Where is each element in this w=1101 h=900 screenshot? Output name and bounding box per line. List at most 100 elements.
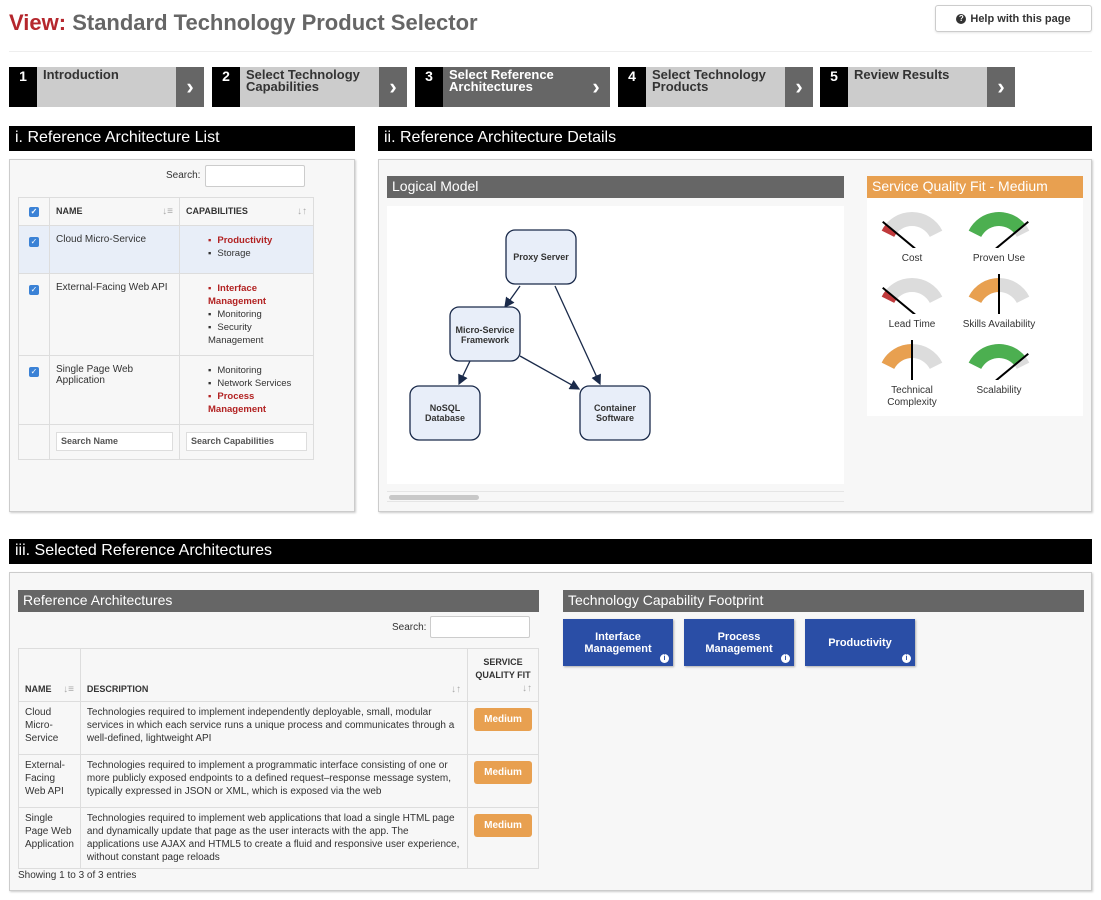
node-nosql-database[interactable]: NoSQLDatabase — [409, 385, 481, 441]
step-label: Select Technology Products — [652, 67, 766, 94]
row-description: Technologies required to implement web a… — [79, 807, 469, 869]
sort-icon: ↓↑ — [522, 683, 532, 694]
divider — [9, 51, 1092, 52]
row-checkbox[interactable]: ✓ — [18, 355, 50, 425]
row-name: External-Facing Web API — [18, 754, 81, 808]
scrollbar-thumb[interactable] — [389, 495, 479, 500]
step-2[interactable]: 2 Select Technology Capabilities › — [212, 67, 407, 107]
step-number: 4 — [618, 67, 646, 107]
capability-interface-management[interactable]: Interface Management i — [563, 619, 673, 666]
step-5[interactable]: 5 Review Results › — [820, 67, 1015, 107]
svg-text:Database: Database — [425, 413, 465, 423]
gauge-fill — [881, 344, 912, 369]
gauge-label: Cost — [901, 253, 923, 264]
select-all-checkbox[interactable]: ✓ — [18, 197, 50, 226]
page-title: View: Standard Technology Product Select… — [9, 10, 478, 36]
chevron-right-icon: › — [785, 67, 813, 107]
ra-table-search-input[interactable] — [430, 616, 530, 638]
section-header-selected-ra: iii. Selected Reference Architectures — [9, 539, 1092, 564]
table-row[interactable]: Cloud Micro-Service Technologies require… — [18, 701, 539, 755]
svg-text:Framework: Framework — [461, 335, 510, 345]
svg-text:Micro-Service: Micro-Service — [455, 325, 514, 335]
view-label: View: — [9, 10, 67, 35]
ra-details-panel: Logical Model Proxy Server Micro-Service… — [378, 159, 1092, 512]
node-proxy-server[interactable]: Proxy Server — [505, 229, 577, 285]
step-1[interactable]: 1 Introduction › — [9, 67, 204, 107]
table-row[interactable]: ✓ Single Page Web Application Monitoring… — [18, 355, 314, 425]
logical-model-diagram: Proxy Server Micro-Service Framework NoSQ… — [387, 206, 844, 484]
step-number: 3 — [415, 67, 443, 107]
selected-ra-table: NAME ↓≡ DESCRIPTION ↓↑ SERVICE QUALITY FIT… — [18, 648, 539, 869]
gauge-label: Technical Complexity — [887, 385, 937, 408]
gauge-label: Proven Use — [972, 253, 1026, 264]
diagram-svg: Proxy Server Micro-ServiceFramework NoSQ… — [409, 229, 651, 441]
step-number: 2 — [212, 67, 240, 107]
chevron-right-icon: › — [176, 67, 204, 107]
info-icon[interactable]: i — [781, 654, 790, 663]
ra-list-panel: Search: ✓ NAME ↓≡ CAPABILITIES ↓↑ ✓ Cloud … — [9, 159, 355, 512]
step-4[interactable]: 4 Select Technology Products › — [618, 67, 813, 107]
step-number: 1 — [9, 67, 37, 107]
col-description[interactable]: DESCRIPTION ↓↑ — [79, 648, 469, 702]
search-label: Search: — [392, 622, 427, 633]
question-circle-icon: ? — [956, 13, 967, 24]
node-container-software[interactable]: ContainerSoftware — [579, 385, 651, 441]
col-name[interactable]: NAME ↓≡ — [18, 648, 81, 702]
sort-icon: ↓↑ — [297, 206, 307, 217]
row-name: External-Facing Web API — [49, 273, 180, 356]
horizontal-scrollbar[interactable] — [387, 491, 844, 502]
col-capabilities[interactable]: CAPABILITIES ↓↑ — [179, 197, 314, 226]
chevron-right-icon: › — [379, 67, 407, 107]
step-3[interactable]: 3 Select Reference Architectures › — [415, 67, 610, 107]
table-row[interactable]: External-Facing Web API Technologies req… — [18, 754, 539, 808]
step-number: 5 — [820, 67, 848, 107]
logical-model-header: Logical Model — [387, 176, 844, 198]
table-row[interactable]: ✓ External-Facing Web API Interface Mana… — [18, 273, 314, 356]
svg-text:Software: Software — [596, 413, 634, 423]
fit-badge[interactable]: Medium — [474, 814, 532, 837]
gauge-scalability: Scalability — [954, 338, 1044, 397]
section-header-ra-details: ii. Reference Architecture Details — [378, 126, 1092, 151]
table-row[interactable]: Single Page Web Application Technologies… — [18, 807, 539, 869]
col-name[interactable]: NAME ↓≡ — [49, 197, 180, 226]
capability-process-management[interactable]: Process Management i — [684, 619, 794, 666]
edge-msf-container — [519, 355, 581, 390]
selected-ra-panel: Reference Architectures Search: NAME ↓≡ D… — [9, 572, 1092, 891]
gauge-technical-complexity: Technical Complexity — [867, 338, 957, 409]
row-name: Cloud Micro-Service — [49, 225, 180, 274]
search-capabilities-input[interactable]: Search Capabilities — [186, 432, 307, 451]
help-button-label: Help with this page — [970, 12, 1071, 25]
service-quality-fit-card: Service Quality Fit - Medium Cost Proven … — [867, 176, 1083, 416]
row-description: Technologies required to implement indep… — [79, 701, 469, 755]
gauge-proven-use: Proven Use — [954, 206, 1044, 265]
sqf-header: Service Quality Fit - Medium — [867, 176, 1083, 198]
info-icon[interactable]: i — [660, 654, 669, 663]
row-checkbox[interactable]: ✓ — [18, 273, 50, 356]
sort-icon: ↓↑ — [451, 684, 461, 695]
table-row[interactable]: ✓ Cloud Micro-Service ProductivityStorag… — [18, 225, 314, 274]
col-service-quality-fit[interactable]: SERVICE QUALITY FIT ↓↑ — [467, 648, 539, 702]
edge-proxy-msf — [504, 285, 521, 309]
info-icon[interactable]: i — [902, 654, 911, 663]
fit-badge[interactable]: Medium — [474, 708, 532, 731]
svg-text:Container: Container — [594, 403, 637, 413]
row-checkbox[interactable]: ✓ — [18, 225, 50, 274]
edge-msf-nosql — [458, 360, 471, 386]
sort-asc-icon: ↓≡ — [63, 684, 74, 695]
search-name-input[interactable]: Search Name — [56, 432, 173, 451]
help-button[interactable]: ? Help with this page — [935, 5, 1092, 32]
fit-badge[interactable]: Medium — [474, 761, 532, 784]
step-label: Review Results — [854, 67, 950, 82]
row-name: Cloud Micro-Service — [18, 701, 81, 755]
edge-proxy-container — [554, 285, 601, 386]
footprint-header: Technology Capability Footprint — [563, 590, 1084, 612]
chevron-right-icon: › — [987, 67, 1015, 107]
gauge-fill — [968, 278, 999, 303]
capability-list: ProductivityStorage — [208, 234, 307, 260]
capability-productivity[interactable]: Productivity i — [805, 619, 915, 666]
ra-list-search-input[interactable] — [205, 165, 305, 187]
node-micro-service-framework[interactable]: Micro-ServiceFramework — [449, 306, 521, 362]
row-description: Technologies required to implement a pro… — [79, 754, 469, 808]
table-info: Showing 1 to 3 of 3 entries — [18, 870, 137, 881]
ra-table-header: Reference Architectures — [18, 590, 539, 612]
